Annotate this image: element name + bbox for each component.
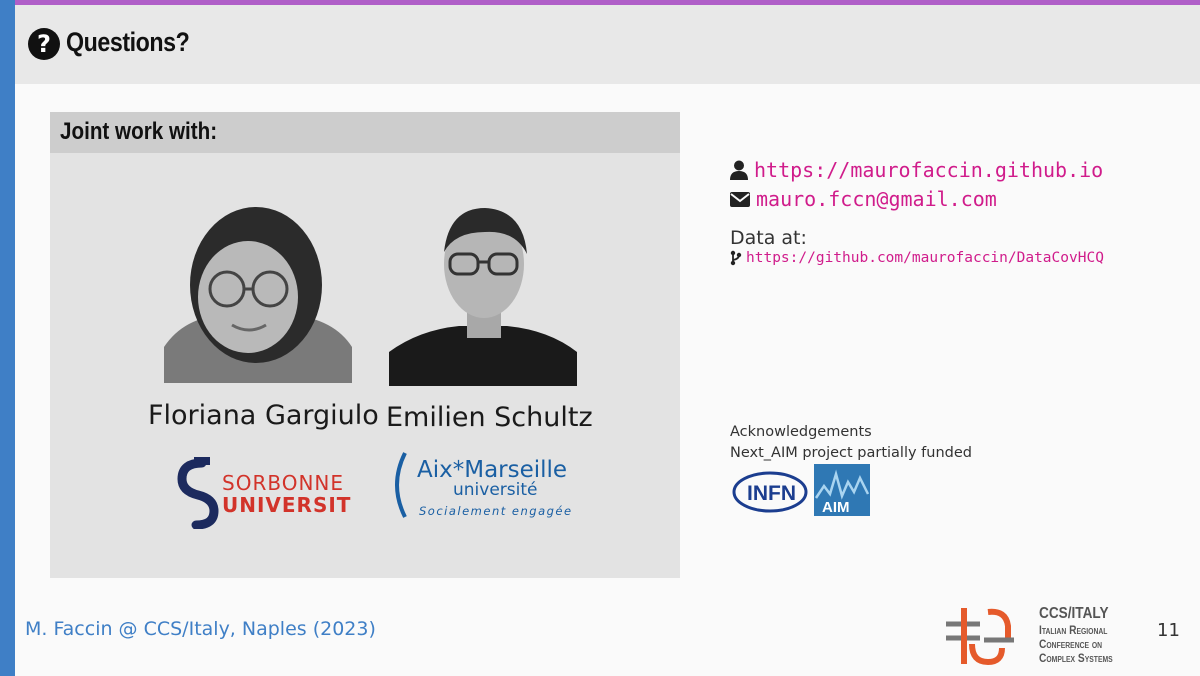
amu-logo-line3: Socialement engagée (419, 504, 573, 518)
conference-title: CCS/ITALY (1039, 605, 1109, 622)
conference-sub-1: Italian Regional (1039, 623, 1108, 637)
sorbonne-logo-line2: UNIVERSITÉ (222, 493, 352, 517)
person-name-2: Emilien Schultz (386, 402, 593, 433)
photo-emilien-schultz (389, 202, 577, 386)
panel-title: Joint work with: (60, 118, 218, 145)
panel-header: Joint work with: (50, 112, 680, 153)
ack-funding: Next_AIM project partially funded (730, 445, 972, 461)
email-row: mauro.fccn@gmail.com (730, 187, 997, 211)
left-accent-bar (0, 0, 15, 676)
data-link[interactable]: https://github.com/maurofaccin/DataCovHC… (746, 250, 1104, 266)
photo-floriana-gargiulo (164, 197, 352, 383)
person-name-1: Floriana Gargiulo (148, 400, 379, 431)
data-label: Data at: (730, 227, 807, 249)
infn-logo: INFN (731, 468, 809, 516)
envelope-icon (730, 191, 750, 207)
code-branch-icon (730, 250, 742, 266)
page-number: 11 (1157, 620, 1180, 641)
footer-author: M. Faccin @ CCS/Italy, Naples (2023) (25, 618, 376, 640)
sorbonne-universite-logo: SORBONNE UNIVERSITÉ (172, 457, 365, 530)
collaborators-panel: Joint work with: Floriana Gargiulo Emili… (50, 112, 680, 578)
email-link[interactable]: mauro.fccn@gmail.com (756, 187, 997, 211)
aim-logo: AIM (814, 464, 870, 516)
question-circle-icon: ? (28, 28, 60, 60)
slide-header (15, 5, 1200, 84)
sorbonne-logo-line1: SORBONNE (222, 471, 344, 495)
aix-marseille-universite-logo: Aix*Marseille université Socialement eng… (393, 447, 583, 522)
aim-logo-text: AIM (822, 499, 850, 516)
conference-block: CCS/ITALY Italian Regional Conference on… (1039, 605, 1126, 665)
website-link[interactable]: https://maurofaccin.github.io (754, 158, 1103, 182)
data-row: https://github.com/maurofaccin/DataCovHC… (730, 250, 1104, 266)
website-row: https://maurofaccin.github.io (730, 158, 1103, 182)
infn-logo-text: INFN (747, 482, 796, 505)
ack-title: Acknowledgements (730, 424, 872, 440)
acknowledgements: Acknowledgements Next_AIM project partia… (730, 422, 972, 464)
user-icon (730, 160, 748, 180)
amu-logo-line2: université (453, 480, 538, 500)
conference-sub-3: Complex Systems (1039, 651, 1113, 665)
conference-sub-2: Conference on (1039, 637, 1103, 651)
slide-title: Questions? (66, 27, 190, 57)
ccs-italy-logo (940, 604, 1016, 668)
